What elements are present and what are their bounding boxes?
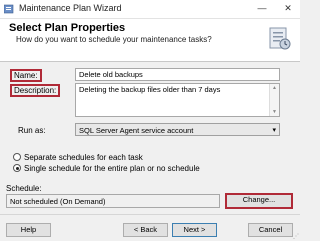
radio-separate-label: Separate schedules for each task xyxy=(24,153,143,162)
runas-select[interactable]: SQL Server Agent service account ▾ xyxy=(75,123,280,136)
schedule-label: Schedule: xyxy=(6,184,42,193)
radio-separate-schedules[interactable] xyxy=(13,153,21,161)
help-button[interactable]: Help xyxy=(6,223,51,237)
schedule-field: Not scheduled (On Demand) xyxy=(6,194,220,208)
resize-grip-icon[interactable]: ⋰ xyxy=(293,233,299,240)
change-button[interactable]: Change... xyxy=(225,193,293,209)
radio-single-schedule[interactable] xyxy=(13,164,21,172)
page-subtitle: How do you want to schedule your mainten… xyxy=(16,35,212,44)
scroll-down-icon[interactable]: ▼ xyxy=(271,109,278,115)
back-button[interactable]: < Back xyxy=(123,223,168,237)
window-title: Maintenance Plan Wizard xyxy=(19,3,122,13)
scroll-up-icon[interactable]: ▲ xyxy=(271,85,278,91)
description-scrollbar[interactable]: ▲ ▼ xyxy=(269,84,279,116)
page-title: Select Plan Properties xyxy=(9,22,126,34)
cancel-button[interactable]: Cancel xyxy=(248,223,293,237)
window-title-bar[interactable]: Maintenance Plan Wizard — ✕ xyxy=(0,0,300,19)
maintenance-plan-icon xyxy=(269,27,291,50)
radio-single-label: Single schedule for the entire plan or n… xyxy=(24,164,200,173)
description-label: Description: xyxy=(10,84,61,97)
minimize-icon[interactable]: — xyxy=(256,2,268,14)
wizard-app-icon xyxy=(4,4,14,14)
next-button[interactable]: Next > xyxy=(172,223,217,237)
name-field[interactable]: Delete old backups xyxy=(75,68,280,81)
chevron-down-icon[interactable]: ▾ xyxy=(272,126,276,134)
runas-value: SQL Server Agent service account xyxy=(79,126,194,135)
runas-label: Run as: xyxy=(18,126,46,135)
wizard-header: Select Plan Properties How do you want t… xyxy=(0,19,300,62)
description-text: Deleting the backup files older than 7 d… xyxy=(79,85,221,94)
close-icon[interactable]: ✕ xyxy=(282,2,294,14)
name-label: Name: xyxy=(10,69,42,82)
footer-divider xyxy=(0,214,300,215)
description-field[interactable]: Deleting the backup files older than 7 d… xyxy=(75,83,280,117)
